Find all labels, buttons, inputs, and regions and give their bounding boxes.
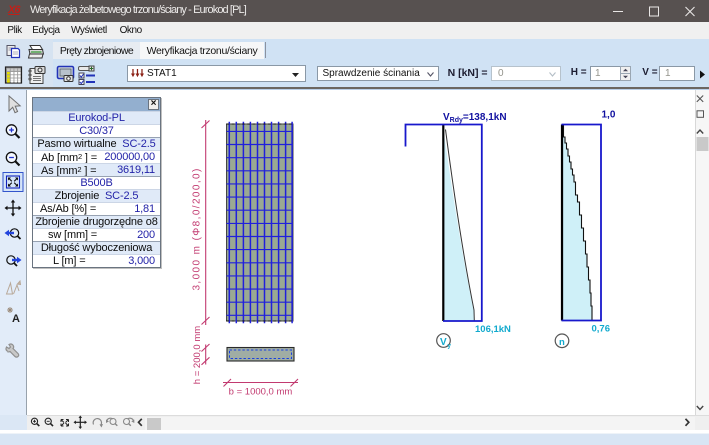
svg-text:V: V — [440, 337, 447, 348]
svg-text:b = 1000,0 mm: b = 1000,0 mm — [229, 387, 293, 398]
svg-text:n: n — [559, 337, 565, 348]
svg-text:y: y — [448, 344, 452, 350]
svg-text:3,000 m (Φ8,0/200,0): 3,000 m (Φ8,0/200,0) — [192, 167, 203, 290]
svg-text:0,76: 0,76 — [592, 324, 611, 335]
svg-text:106,1kN: 106,1kN — [475, 324, 511, 335]
svg-text:1,0: 1,0 — [602, 110, 616, 121]
svg-text:A: A — [12, 313, 20, 325]
svg-text:h = 200,0 mm: h = 200,0 mm — [192, 326, 203, 384]
svg-text:VRdy=138,1kN: VRdy=138,1kN — [443, 112, 507, 124]
